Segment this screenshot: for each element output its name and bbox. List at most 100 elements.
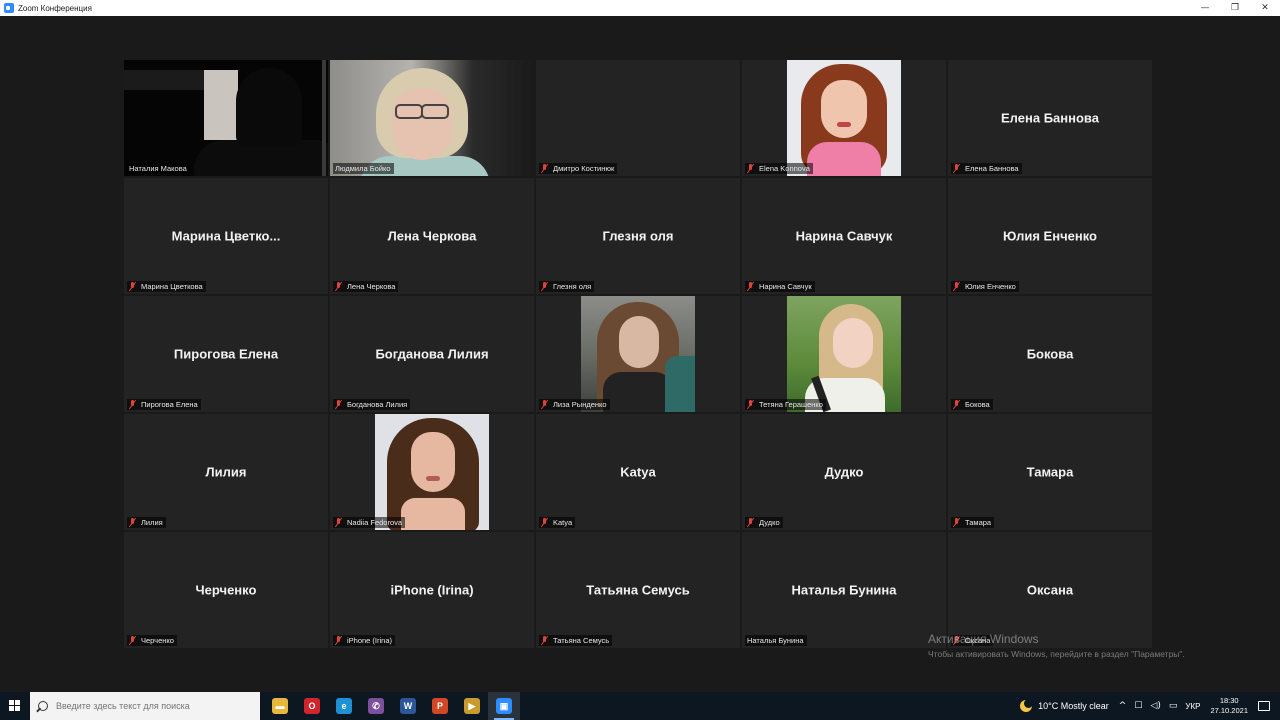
taskbar-search[interactable]: [30, 692, 260, 720]
participant-tile[interactable]: Elena Konnova: [742, 60, 946, 176]
participant-name: Елена Баннова: [965, 164, 1019, 173]
participant-tile[interactable]: Марина Цветко... Марина Цветкова: [124, 178, 328, 294]
file-explorer-taskbar-button[interactable]: ▬: [264, 692, 296, 720]
participant-name: Лилия: [141, 518, 163, 527]
participant-tile[interactable]: Татьяна Семусь Татьяна Семусь: [536, 532, 740, 648]
participant-display-name: iPhone (Irina): [390, 582, 474, 598]
participant-tile[interactable]: iPhone (Irina) iPhone (Irina): [330, 532, 534, 648]
participant-name-label: Нарина Савчук: [745, 281, 815, 292]
participant-tile[interactable]: Тамара Тамара: [948, 414, 1152, 530]
participant-tile[interactable]: Дмитро Костинюк: [536, 60, 740, 176]
participant-tile[interactable]: Nadiia Fedorova: [330, 414, 534, 530]
participant-tile[interactable]: Пирогова Елена Пирогова Елена: [124, 296, 328, 412]
participant-display-name: Пирогова Елена: [173, 346, 279, 362]
participant-display-name: Дудко: [824, 464, 864, 480]
moon-weather-icon[interactable]: [1020, 699, 1034, 712]
word-taskbar-button[interactable]: W: [392, 692, 424, 720]
muted-mic-icon: [335, 400, 343, 409]
muted-mic-icon: [747, 282, 755, 291]
participant-tile[interactable]: Лена Черкова Лена Черкова: [330, 178, 534, 294]
participant-name-label: Nadiia Fedorova: [333, 517, 406, 528]
zoom-taskbar-button[interactable]: ▣: [488, 692, 520, 720]
participant-name: Тетяна Герашенко: [759, 400, 823, 409]
opera-icon: O: [304, 698, 320, 714]
participant-video: [124, 60, 328, 176]
participant-tile[interactable]: Лиза Рынденко: [536, 296, 740, 412]
participant-name-label: Юлия Енченко: [951, 281, 1019, 292]
participant-tile[interactable]: Людмила Бойко: [330, 60, 534, 176]
media-taskbar-button[interactable]: ▶: [456, 692, 488, 720]
close-button[interactable]: ✕: [1250, 0, 1280, 16]
minimize-button[interactable]: —: [1190, 0, 1220, 16]
muted-mic-icon: [541, 636, 549, 645]
participant-name-label: Елена Баннова: [951, 163, 1022, 174]
participant-tile[interactable]: Наталия Макова: [124, 60, 328, 176]
muted-mic-icon: [953, 282, 961, 291]
muted-mic-icon: [129, 400, 137, 409]
powerpoint-taskbar-button[interactable]: P: [424, 692, 456, 720]
participant-name-label: Наталья Бунина: [745, 635, 807, 646]
muted-mic-icon: [335, 518, 343, 527]
edge-taskbar-button[interactable]: e: [328, 692, 360, 720]
participant-display-name: Katya: [620, 464, 656, 480]
edge-icon: e: [336, 698, 352, 714]
participant-display-name: Тамара: [1026, 464, 1074, 480]
search-input[interactable]: [56, 701, 246, 711]
taskbar: ▬ Oe ✆ WP ▶ ▣ 10°C Mostly clear ^ ☐ ◁) ▭ УКР …: [0, 692, 1280, 720]
participant-name-label: Наталия Макова: [127, 163, 190, 174]
participant-display-name: Нарина Савчук: [795, 228, 893, 244]
participant-tile[interactable]: Тетяна Герашенко: [742, 296, 946, 412]
participant-name-label: Дмитро Костинюк: [539, 163, 618, 174]
start-button[interactable]: [0, 692, 30, 720]
participant-name-label: Пирогова Елена: [127, 399, 201, 410]
participant-name: Пирогова Елена: [141, 400, 198, 409]
participant-tile[interactable]: Богданова Лилия Богданова Лилия: [330, 296, 534, 412]
participant-name: Черченко: [141, 636, 174, 645]
notifications-icon[interactable]: [1258, 701, 1270, 711]
participant-video: [330, 60, 534, 176]
participant-display-name: Марина Цветко...: [171, 228, 281, 244]
participant-tile[interactable]: Оксана Оксана: [948, 532, 1152, 648]
participant-name-label: Katya: [539, 517, 576, 528]
participant-tile[interactable]: Дудко Дудко: [742, 414, 946, 530]
participant-tile[interactable]: Katya Katya: [536, 414, 740, 530]
participant-tile[interactable]: Лилия Лилия: [124, 414, 328, 530]
participant-name: Наталия Макова: [129, 164, 187, 173]
participant-name: Лена Черкова: [347, 282, 396, 291]
muted-mic-icon: [129, 518, 137, 527]
participant-name-label: Тамара: [951, 517, 995, 528]
battery-icon[interactable]: ▭: [1169, 701, 1178, 711]
viber-taskbar-button[interactable]: ✆: [360, 692, 392, 720]
participant-display-name: Наталья Бунина: [791, 582, 897, 598]
participant-name: Тамара: [965, 518, 992, 527]
participant-name: Бокова: [965, 400, 990, 409]
opera-taskbar-button[interactable]: O: [296, 692, 328, 720]
network-icon[interactable]: ☐: [1134, 701, 1142, 711]
volume-icon[interactable]: ◁): [1150, 701, 1160, 711]
muted-mic-icon: [953, 518, 961, 527]
participant-tile[interactable]: Черченко Черченко: [124, 532, 328, 648]
participant-display-name: Черченко: [195, 582, 257, 598]
language-indicator[interactable]: УКР: [1185, 702, 1200, 711]
participant-display-name: Юлия Енченко: [1003, 228, 1097, 244]
weather-text[interactable]: 10°C Mostly clear: [1038, 701, 1109, 711]
participant-name: Юлия Енченко: [965, 282, 1016, 291]
muted-mic-icon: [953, 400, 961, 409]
clock[interactable]: 18:30 27.10.2021: [1210, 696, 1248, 716]
participant-tile[interactable]: Юлия Енченко Юлия Енченко: [948, 178, 1152, 294]
show-hidden-icons-icon[interactable]: ^: [1119, 701, 1127, 711]
participant-video: [787, 60, 901, 176]
participant-tile[interactable]: Нарина Савчук Нарина Савчук: [742, 178, 946, 294]
media-icon: ▶: [464, 698, 480, 714]
system-tray: 10°C Mostly clear ^ ☐ ◁) ▭ УКР 18:30 27.…: [1020, 692, 1280, 720]
participant-tile[interactable]: Наталья Бунина Наталья Бунина: [742, 532, 946, 648]
participant-name-label: Черченко: [127, 635, 177, 646]
participant-name-label: Людмила Бойко: [333, 163, 394, 174]
muted-mic-icon: [335, 636, 343, 645]
participant-tile[interactable]: Глезня оля Глезня оля: [536, 178, 740, 294]
muted-mic-icon: [541, 282, 549, 291]
restore-button[interactable]: ❐: [1220, 0, 1250, 16]
participant-tile[interactable]: Бокова Бокова: [948, 296, 1152, 412]
participant-name: Лиза Рынденко: [553, 400, 607, 409]
participant-tile[interactable]: Елена Баннова Елена Баннова: [948, 60, 1152, 176]
